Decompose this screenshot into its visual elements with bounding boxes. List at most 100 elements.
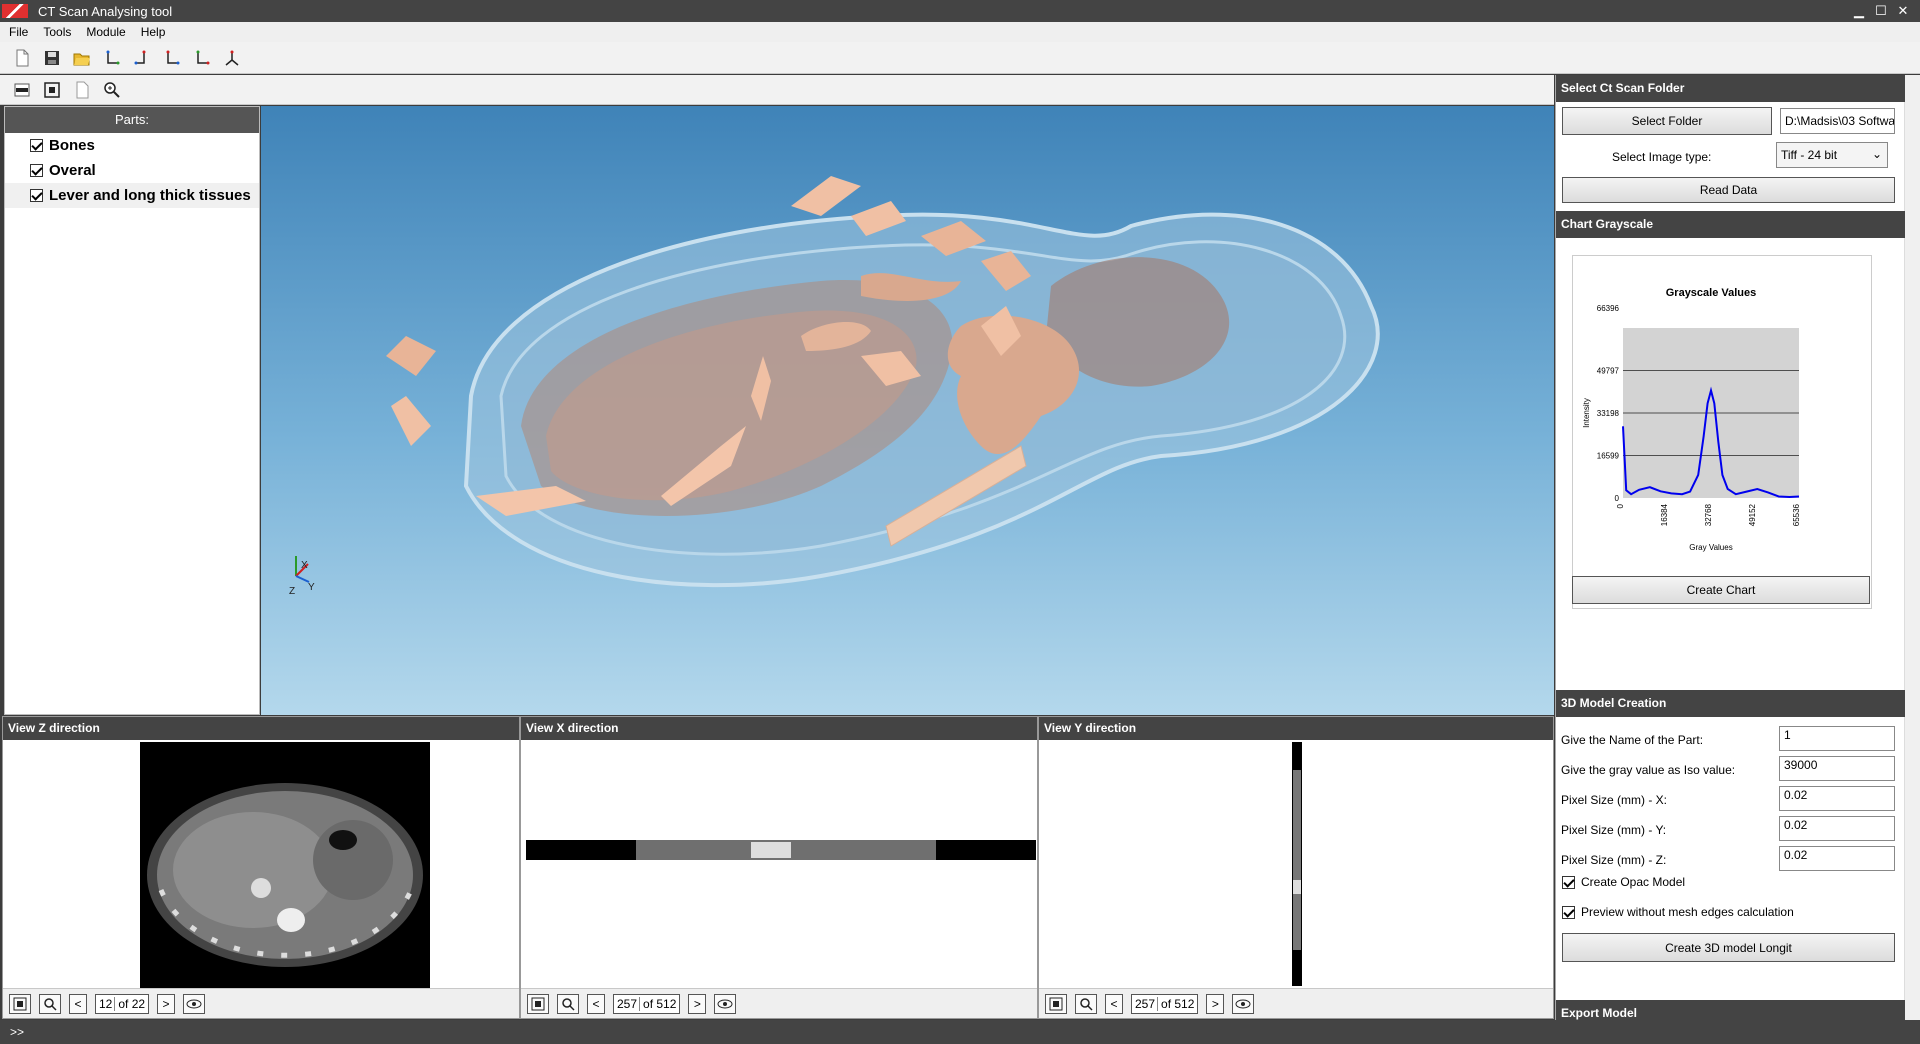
prev-slice-button[interactable]: <	[1105, 993, 1123, 1014]
model-creation-section: 3D Model Creation	[1556, 690, 1905, 717]
opac-model-checkbox-row[interactable]: Create Opac Model	[1562, 875, 1685, 889]
minus-icon[interactable]	[8, 78, 35, 102]
zoom-icon[interactable]	[39, 993, 61, 1014]
axis-view-5-icon[interactable]	[218, 46, 245, 70]
menu-help[interactable]: Help	[141, 25, 166, 39]
fit-view-icon[interactable]	[9, 993, 31, 1014]
next-slice-button[interactable]: >	[157, 993, 176, 1014]
visibility-eye-icon[interactable]	[714, 993, 737, 1014]
part-checkbox[interactable]	[30, 164, 43, 177]
select-folder-button[interactable]: Select Folder	[1562, 107, 1772, 135]
x-tick-label: 16384	[1660, 503, 1669, 526]
view-toolbar	[0, 75, 1554, 105]
y-tick-label: 49797	[1597, 367, 1620, 376]
title-bar: CT Scan Analysing tool ▁ ☐ ✕	[0, 0, 1920, 22]
pixel-size-x-label: Pixel Size (mm) - X:	[1561, 793, 1668, 807]
right-panel-scrollbar[interactable]	[1904, 75, 1920, 1020]
ct-slice-image	[140, 742, 430, 988]
create-chart-button[interactable]: Create Chart	[1572, 576, 1870, 604]
pixel-size-z-field[interactable]: 0.02	[1779, 846, 1895, 871]
folder-path-field[interactable]: D:\Madsis\03 Softwa	[1780, 108, 1895, 134]
ct-slice-image	[1292, 742, 1302, 986]
slice-panel-z: View Z direction < 12 of 22 >	[2, 716, 520, 1019]
next-slice-button[interactable]: >	[688, 993, 707, 1014]
y-tick-label: 16599	[1597, 452, 1620, 461]
slice-view-x[interactable]	[521, 740, 1037, 988]
prev-slice-button[interactable]: <	[587, 993, 605, 1014]
zoom-icon[interactable]	[98, 78, 125, 102]
part-checkbox[interactable]	[30, 139, 43, 152]
fit-view-icon[interactable]	[1045, 993, 1067, 1014]
maximize-button[interactable]: ☐	[1870, 3, 1892, 19]
y-tick-label: 0	[1615, 494, 1620, 503]
slice-counter[interactable]: 257 of 512	[1131, 993, 1199, 1014]
visibility-eye-icon[interactable]	[183, 993, 206, 1014]
part-item-overal[interactable]: Overal	[5, 158, 259, 183]
image-type-value: Tiff - 24 bit	[1781, 148, 1838, 162]
minimize-button[interactable]: ▁	[1848, 3, 1870, 19]
image-type-label: Select Image type:	[1612, 150, 1712, 164]
preview-checkbox[interactable]	[1562, 905, 1575, 919]
visibility-eye-icon[interactable]	[1232, 993, 1255, 1014]
part-label: Lever and long thick tissues	[49, 187, 251, 204]
right-panel: Select Ct Scan Folder Select Folder D:\M…	[1555, 75, 1920, 1020]
menu-module[interactable]: Module	[86, 25, 125, 39]
menu-tools[interactable]: Tools	[43, 25, 71, 39]
slice-nav: < 257 of 512 >	[1039, 988, 1553, 1018]
blank-page-icon[interactable]	[68, 78, 95, 102]
axis-view-1-icon[interactable]	[98, 46, 125, 70]
window-title: CT Scan Analysing tool	[38, 3, 173, 19]
slice-view-y[interactable]	[1039, 740, 1553, 988]
slice-panel-y: View Y direction < 257 of 512 >	[1038, 716, 1554, 1019]
part-item-bones[interactable]: Bones	[5, 133, 259, 158]
x-tick-label: 32768	[1704, 503, 1713, 526]
chart-title: Grayscale Values	[1666, 287, 1757, 299]
pixel-size-x-field[interactable]: 0.02	[1779, 786, 1895, 811]
menu-file[interactable]: File	[9, 25, 28, 39]
slice-current[interactable]: 257	[1135, 996, 1159, 1011]
slice-counter[interactable]: 257 of 512	[613, 993, 681, 1014]
part-item-lever-tissues[interactable]: Lever and long thick tissues	[5, 183, 259, 208]
section-header: Select Ct Scan Folder	[1556, 75, 1905, 102]
app-logo-icon	[2, 4, 28, 18]
preview-label: Preview without mesh edges calculation	[1581, 905, 1794, 919]
app-window: CT Scan Analysing tool ▁ ☐ ✕ File Tools …	[0, 0, 1920, 1044]
x-tick-label: 65536	[1792, 503, 1801, 526]
new-file-icon[interactable]	[8, 46, 35, 70]
fit-view-icon[interactable]	[38, 78, 65, 102]
preview-checkbox-row[interactable]: Preview without mesh edges calculation	[1562, 905, 1794, 919]
grayscale-section: Chart Grayscale	[1556, 211, 1905, 238]
save-icon[interactable]	[38, 46, 65, 70]
pixel-size-z-label: Pixel Size (mm) - Z:	[1561, 853, 1667, 867]
opac-model-checkbox[interactable]	[1562, 875, 1575, 889]
y-tick-label: 66396	[1597, 304, 1620, 313]
3d-viewport[interactable]: X Y Z	[261, 106, 1554, 715]
open-folder-icon[interactable]	[68, 46, 95, 70]
part-checkbox[interactable]	[30, 189, 43, 202]
pixel-size-y-field[interactable]: 0.02	[1779, 816, 1895, 841]
slice-counter[interactable]: 12 of 22	[95, 993, 150, 1014]
slice-current[interactable]: 12	[99, 996, 116, 1011]
prev-slice-button[interactable]: <	[69, 993, 87, 1014]
read-data-button[interactable]: Read Data	[1562, 177, 1895, 203]
slice-title: View Z direction	[3, 717, 519, 740]
slice-view-z[interactable]	[3, 740, 519, 988]
next-slice-button[interactable]: >	[1206, 993, 1225, 1014]
close-button[interactable]: ✕	[1892, 3, 1914, 19]
iso-value-label: Give the gray value as Iso value:	[1561, 763, 1736, 777]
menu-bar: File Tools Module Help	[0, 22, 1920, 42]
part-name-field[interactable]: 1	[1779, 726, 1895, 751]
axis-label-y: Y	[308, 582, 315, 593]
zoom-icon[interactable]	[557, 993, 579, 1014]
x-axis-label: Gray Values	[1689, 543, 1732, 552]
fit-view-icon[interactable]	[527, 993, 549, 1014]
slice-current[interactable]: 257	[617, 996, 641, 1011]
image-type-select[interactable]: Tiff - 24 bit ⌄	[1776, 142, 1888, 168]
create-3d-model-button[interactable]: Create 3D model Longit	[1562, 933, 1895, 962]
axis-view-4-icon[interactable]	[188, 46, 215, 70]
ct-slice-image	[526, 840, 1036, 860]
axis-view-3-icon[interactable]	[158, 46, 185, 70]
iso-value-field[interactable]: 39000	[1779, 756, 1895, 781]
zoom-icon[interactable]	[1075, 993, 1097, 1014]
axis-view-2-icon[interactable]	[128, 46, 155, 70]
